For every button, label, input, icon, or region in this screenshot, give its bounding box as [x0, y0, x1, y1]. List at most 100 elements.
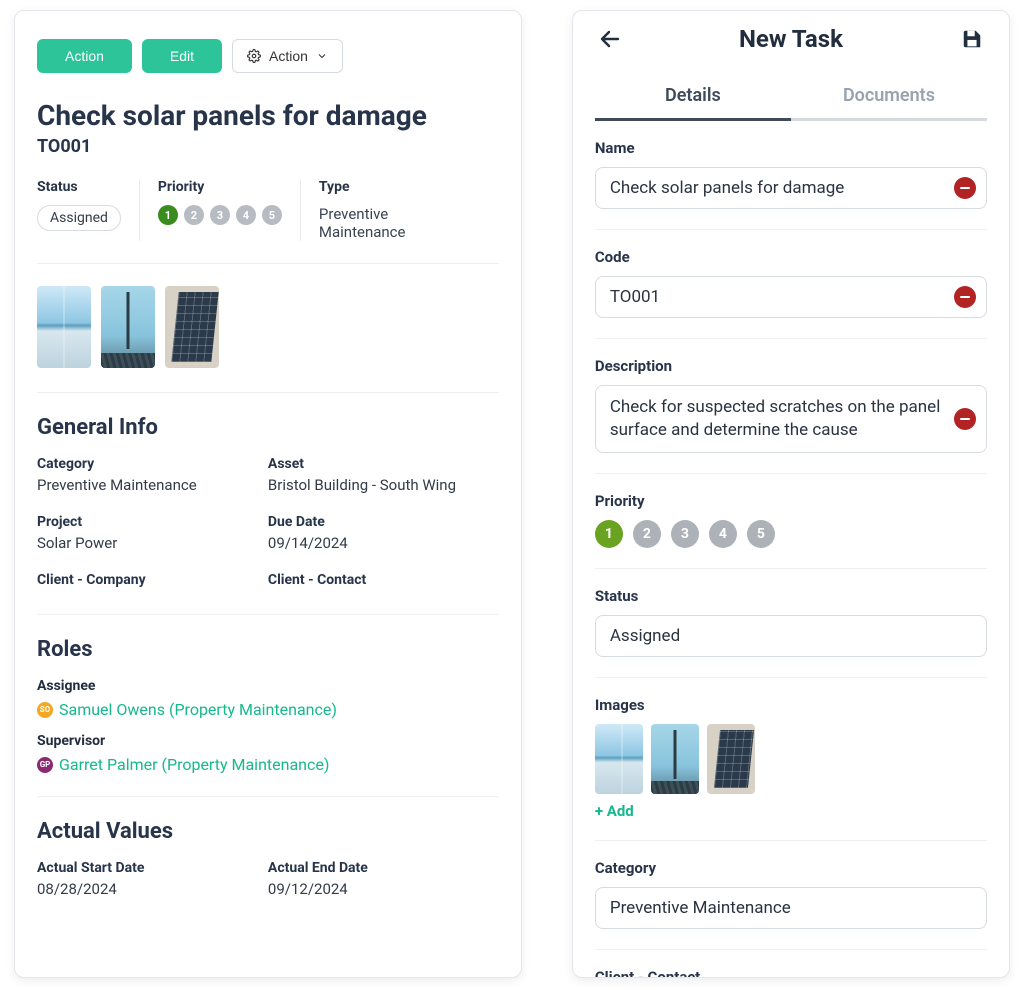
general-info-grid: Category Preventive Maintenance Asset Br…	[37, 456, 499, 615]
actual-values-heading: Actual Values	[37, 819, 499, 844]
roles-block: Assignee SO Samuel Owens (Property Maint…	[37, 678, 499, 797]
actual-end-field: Actual End Date 09/12/2024	[268, 860, 499, 898]
status-label: Status	[37, 179, 121, 195]
client-company-label: Client - Company	[37, 572, 268, 588]
meta-row: Status Assigned Priority 1 2 3 4 5 Type …	[37, 179, 499, 264]
toolbar: Action Edit Action	[37, 39, 499, 73]
task-detail-panel: Action Edit Action Check solar panels fo…	[14, 10, 522, 978]
clear-icon[interactable]	[954, 286, 976, 308]
tab-documents[interactable]: Documents	[791, 71, 987, 121]
category-section: Category Preventive Maintenance	[595, 859, 987, 950]
assignee-block: Assignee SO Samuel Owens (Property Maint…	[37, 678, 499, 719]
image-thumbnail[interactable]	[707, 724, 755, 794]
category-field: Category Preventive Maintenance	[37, 456, 268, 494]
image-thumbnail[interactable]	[101, 286, 155, 368]
save-button[interactable]	[957, 24, 987, 54]
action-menu-label: Action	[269, 48, 308, 64]
actual-start-label: Actual Start Date	[37, 860, 268, 876]
priority-dot-1[interactable]: 1	[595, 520, 623, 548]
priority-dot-2[interactable]: 2	[184, 205, 204, 225]
edit-button[interactable]: Edit	[142, 39, 222, 73]
roles-heading: Roles	[37, 637, 499, 662]
priority-dot-5[interactable]: 5	[747, 520, 775, 548]
actual-start-value: 08/28/2024	[37, 880, 268, 898]
name-label: Name	[595, 139, 987, 157]
client-contact-field: Client - Contact	[268, 572, 499, 592]
status-section: Status Assigned	[595, 587, 987, 678]
description-label: Description	[595, 357, 987, 375]
type-value: Preventive Maintenance	[319, 205, 463, 241]
supervisor-link[interactable]: Garret Palmer (Property Maintenance)	[59, 755, 329, 774]
clear-icon[interactable]	[954, 177, 976, 199]
back-button[interactable]	[595, 24, 625, 54]
description-section: Description Check for suspected scratche…	[595, 357, 987, 474]
actual-start-field: Actual Start Date 08/28/2024	[37, 860, 268, 898]
save-icon	[961, 28, 983, 50]
actual-end-label: Actual End Date	[268, 860, 499, 876]
action-menu-button[interactable]: Action	[232, 39, 343, 73]
priority-label-right: Priority	[595, 492, 987, 510]
priority-label: Priority	[158, 179, 282, 195]
priority-dots: 1 2 3 4 5	[158, 205, 282, 225]
image-thumbnail[interactable]	[651, 724, 699, 794]
priority-dot-3[interactable]: 3	[671, 520, 699, 548]
asset-field: Asset Bristol Building - South Wing	[268, 456, 499, 494]
status-pill[interactable]: Assigned	[37, 205, 121, 231]
priority-dot-2[interactable]: 2	[633, 520, 661, 548]
form-body: Name Check solar panels for damage Code …	[595, 121, 987, 978]
category-field-right[interactable]: Preventive Maintenance	[595, 887, 987, 929]
client-company-field: Client - Company	[37, 572, 268, 592]
action-button[interactable]: Action	[37, 39, 132, 73]
priority-dot-3[interactable]: 3	[210, 205, 230, 225]
image-thumbnail[interactable]	[595, 724, 643, 794]
image-thumbnails	[37, 286, 499, 393]
client-contact-section: Client - Contact	[595, 968, 987, 978]
type-label: Type	[319, 179, 463, 195]
asset-link[interactable]: Bristol Building - South Wing	[268, 476, 499, 494]
add-image-button[interactable]: + Add	[595, 802, 634, 820]
priority-dot-5[interactable]: 5	[262, 205, 282, 225]
image-thumbnails-right	[595, 724, 987, 794]
clear-icon[interactable]	[954, 408, 976, 430]
category-label-right: Category	[595, 859, 987, 877]
new-task-panel: New Task Details Documents Name Check so…	[572, 10, 1010, 978]
name-value: Check solar panels for damage	[610, 178, 844, 198]
status-value-right: Assigned	[610, 626, 680, 646]
arrow-left-icon	[598, 27, 622, 51]
actual-end-value: 09/12/2024	[268, 880, 499, 898]
project-link[interactable]: Solar Power	[37, 534, 268, 552]
due-date-field: Due Date 09/14/2024	[268, 514, 499, 552]
status-field[interactable]: Assigned	[595, 615, 987, 657]
priority-section: Priority 1 2 3 4 5	[595, 492, 987, 569]
category-label: Category	[37, 456, 268, 472]
priority-dot-4[interactable]: 4	[709, 520, 737, 548]
name-field[interactable]: Check solar panels for damage	[595, 167, 987, 209]
actual-values-grid: Actual Start Date 08/28/2024 Actual End …	[37, 860, 499, 920]
code-field[interactable]: TO001	[595, 276, 987, 318]
description-field[interactable]: Check for suspected scratches on the pan…	[595, 385, 987, 453]
new-task-header: New Task	[595, 11, 987, 67]
supervisor-block: Supervisor GP Garret Palmer (Property Ma…	[37, 733, 499, 774]
image-thumbnail[interactable]	[37, 286, 91, 368]
priority-dot-1[interactable]: 1	[158, 205, 178, 225]
code-value: TO001	[610, 287, 660, 307]
status-label-right: Status	[595, 587, 987, 605]
code-section: Code TO001	[595, 248, 987, 339]
page-title: Check solar panels for damage	[37, 99, 499, 132]
images-section: Images + Add	[595, 696, 987, 841]
assignee-link[interactable]: Samuel Owens (Property Maintenance)	[59, 700, 337, 719]
category-value: Preventive Maintenance	[37, 476, 268, 494]
tabs: Details Documents	[595, 71, 987, 121]
client-contact-label-right: Client - Contact	[595, 968, 987, 978]
description-value: Check for suspected scratches on the pan…	[610, 397, 940, 440]
images-label: Images	[595, 696, 987, 714]
avatar: GP	[37, 757, 53, 773]
priority-dot-4[interactable]: 4	[236, 205, 256, 225]
assignee-label: Assignee	[37, 678, 499, 694]
avatar: SO	[37, 702, 53, 718]
category-value-right: Preventive Maintenance	[610, 898, 791, 918]
priority-dots-right: 1 2 3 4 5	[595, 520, 987, 548]
asset-label: Asset	[268, 456, 499, 472]
tab-details[interactable]: Details	[595, 71, 791, 121]
image-thumbnail[interactable]	[165, 286, 219, 368]
